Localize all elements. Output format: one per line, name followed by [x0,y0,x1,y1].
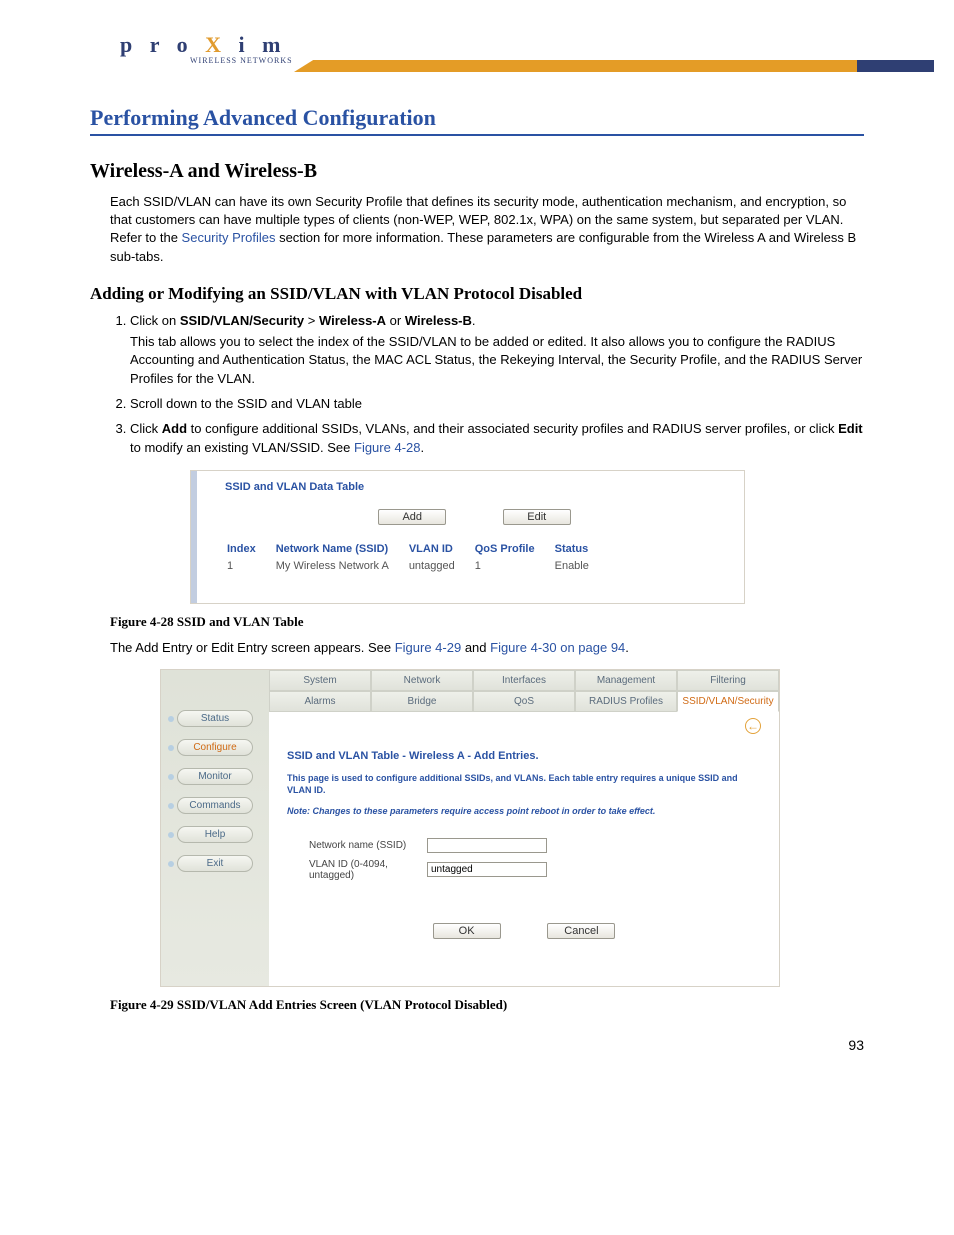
link-figure-4-29[interactable]: Figure 4-29 [395,640,461,655]
col-status: Status [555,541,607,557]
edit-button[interactable]: Edit [503,509,571,525]
col-ssid: Network Name (SSID) [276,541,407,557]
post-fig28-end: . [625,640,629,655]
input-network-name[interactable] [427,838,547,853]
step3-post: to modify an existing VLAN/SSID. See [130,440,354,455]
col-vlan: VLAN ID [409,541,473,557]
tab-system[interactable]: System [269,670,371,691]
col-qos: QoS Profile [475,541,553,557]
back-arrow-icon[interactable]: ← [745,718,761,734]
header-stripe [294,60,934,72]
link-figure-4-30[interactable]: Figure 4-30 on page 94 [490,640,625,655]
fig29-note: Note: Changes to these parameters requir… [287,806,761,816]
table-row: 1 My Wireless Network A untagged 1 Enabl… [227,559,607,573]
subsection-heading: Adding or Modifying an SSID/VLAN with VL… [90,284,864,304]
label-network-name: Network name (SSID) [287,840,427,851]
col-index: Index [227,541,274,557]
tab-alarms[interactable]: Alarms [269,691,371,712]
step-1: Click on SSID/VLAN/Security > Wireless-A… [130,312,864,389]
cell-ssid: My Wireless Network A [276,559,407,573]
step3-end: . [420,440,424,455]
step1-bold2: Wireless-A [319,313,386,328]
step1-bold3: Wireless-B [405,313,472,328]
ssid-vlan-table: Index Network Name (SSID) VLAN ID QoS Pr… [225,539,609,575]
input-vlan-id[interactable] [427,862,547,877]
cell-vlan: untagged [409,559,473,573]
step3-pre: Click [130,421,162,436]
sidebar-item-monitor[interactable]: Monitor [177,768,253,785]
step3-bold2: Edit [838,421,863,436]
fig28-title: SSID and VLAN Data Table [225,481,724,493]
sidebar-item-exit[interactable]: Exit [177,855,253,872]
step1-detail: This tab allows you to select the index … [130,333,864,390]
tab-filtering[interactable]: Filtering [677,670,779,691]
sidebar-item-status[interactable]: Status [177,710,253,727]
sidebar-item-help[interactable]: Help [177,826,253,843]
link-figure-4-28[interactable]: Figure 4-28 [354,440,420,455]
ok-button[interactable]: OK [433,923,501,939]
cancel-button[interactable]: Cancel [547,923,615,939]
brand-subtext: WIRELESS NETWORKS [190,56,293,65]
page-number: 93 [848,1037,864,1053]
step1-end: . [472,313,476,328]
step1-or: or [386,313,405,328]
page-title: Performing Advanced Configuration [90,105,864,136]
tab-row-2: Alarms Bridge QoS RADIUS Profiles SSID/V… [269,691,779,712]
cell-qos: 1 [475,559,553,573]
step1-gt: > [304,313,319,328]
sidebar-item-commands[interactable]: Commands [177,797,253,814]
sidebar: Status Configure Monitor Commands Help E… [161,670,269,986]
cell-index: 1 [227,559,274,573]
tab-qos[interactable]: QoS [473,691,575,712]
intro-paragraph: Each SSID/VLAN can have its own Security… [110,193,864,266]
tab-ssid-vlan-security[interactable]: SSID/VLAN/Security [677,691,779,712]
fig29-heading: SSID and VLAN Table - Wireless A - Add E… [287,750,761,762]
figure-4-28: SSID and VLAN Data Table Add Edit Index … [190,470,745,604]
cell-status: Enable [555,559,607,573]
step1-pre: Click on [130,313,180,328]
steps-list: Click on SSID/VLAN/Security > Wireless-A… [130,312,864,458]
scrollbar-track[interactable] [191,471,197,603]
post-fig28-and: and [461,640,490,655]
add-button[interactable]: Add [378,509,446,525]
step3-mid: to configure additional SSIDs, VLANs, an… [187,421,838,436]
step-3: Click Add to configure additional SSIDs,… [130,420,864,458]
tab-bridge[interactable]: Bridge [371,691,473,712]
figure-4-29-caption: Figure 4-29 SSID/VLAN Add Entries Screen… [110,997,864,1013]
link-security-profiles[interactable]: Security Profiles [182,230,276,245]
tab-interfaces[interactable]: Interfaces [473,670,575,691]
fig29-description: This page is used to configure additiona… [287,772,761,796]
page-header: p r o X i m WIRELESS NETWORKS [20,10,934,85]
sidebar-item-configure[interactable]: Configure [177,739,253,756]
tab-radius-profiles[interactable]: RADIUS Profiles [575,691,677,712]
tab-network[interactable]: Network [371,670,473,691]
figure-4-29: Status Configure Monitor Commands Help E… [160,669,780,987]
section-heading: Wireless-A and Wireless-B [90,160,864,183]
step3-bold1: Add [162,421,187,436]
figure-4-28-caption: Figure 4-28 SSID and VLAN Table [110,614,864,630]
tab-management[interactable]: Management [575,670,677,691]
step-2: Scroll down to the SSID and VLAN table [130,395,864,414]
post-fig28-pre: The Add Entry or Edit Entry screen appea… [110,640,395,655]
post-fig28-text: The Add Entry or Edit Entry screen appea… [110,640,864,655]
brand-logo: p r o X i m WIRELESS NETWORKS [120,32,293,65]
step1-bold1: SSID/VLAN/Security [180,313,304,328]
table-header-row: Index Network Name (SSID) VLAN ID QoS Pr… [227,541,607,557]
tab-row-1: System Network Interfaces Management Fil… [269,670,779,691]
label-vlan-id: VLAN ID (0-4094, untagged) [287,859,427,881]
